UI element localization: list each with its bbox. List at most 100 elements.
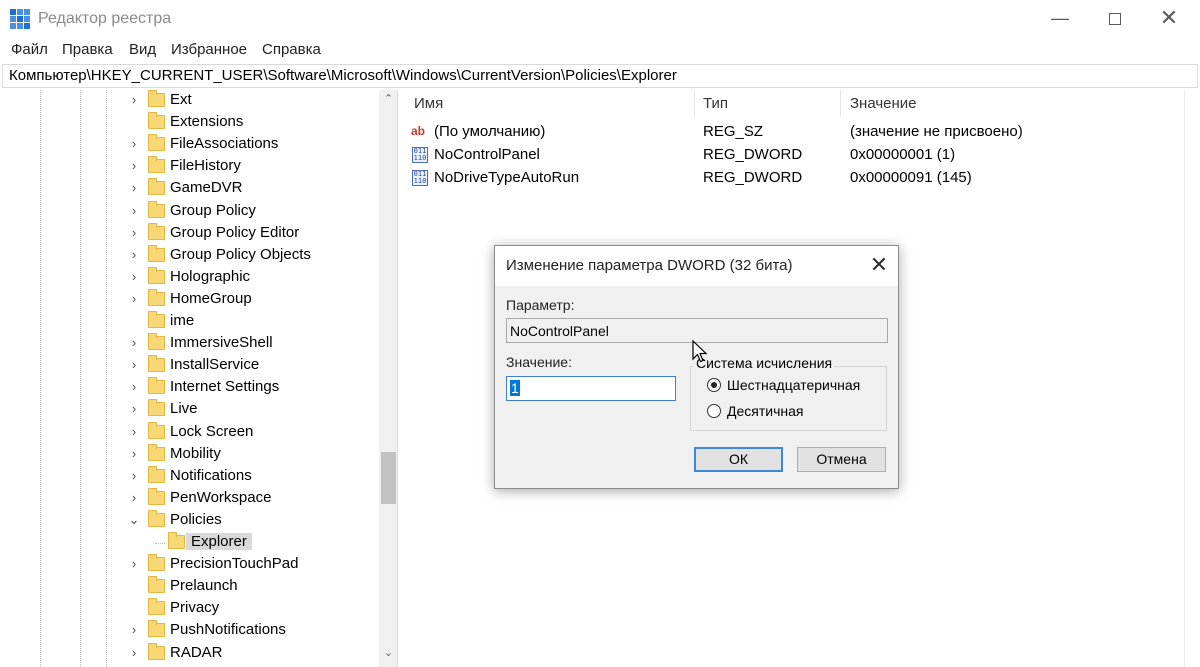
tree-item[interactable]: › Group Policy Objects bbox=[2, 244, 378, 267]
tree-item[interactable]: › Live bbox=[2, 399, 378, 421]
tree-item[interactable]: Extensions bbox=[2, 112, 378, 134]
tree-item[interactable]: › GameDVR bbox=[2, 178, 378, 200]
collapsed-chevron-icon[interactable]: › bbox=[128, 645, 140, 660]
menu-edit[interactable]: Правка bbox=[62, 41, 113, 58]
folder-icon bbox=[148, 222, 165, 240]
tree-item[interactable]: Privacy bbox=[2, 598, 378, 620]
tree-item-label: InstallService bbox=[170, 356, 260, 374]
tree-item-label: Privacy bbox=[170, 599, 220, 617]
decimal-radio-label[interactable]: Десятичная bbox=[727, 403, 803, 419]
folder-icon bbox=[148, 509, 165, 527]
parameter-name-value: NoControlPanel bbox=[510, 323, 609, 339]
tree-item-label: Live bbox=[170, 400, 198, 418]
hex-radio-label[interactable]: Шестнадцатеричная bbox=[727, 377, 860, 393]
tree-scroll-thumb[interactable] bbox=[381, 452, 396, 504]
collapsed-chevron-icon[interactable]: › bbox=[128, 401, 140, 416]
tree-item[interactable]: ime bbox=[2, 311, 378, 333]
collapsed-chevron-icon[interactable]: › bbox=[128, 225, 140, 240]
collapsed-chevron-icon[interactable]: › bbox=[128, 92, 140, 107]
column-header-value[interactable]: Значение bbox=[850, 95, 917, 112]
folder-icon bbox=[148, 156, 165, 174]
tree-item[interactable]: › Group Policy bbox=[2, 200, 378, 223]
tree-item[interactable]: › HomeGroup bbox=[2, 288, 378, 311]
collapsed-chevron-icon[interactable]: › bbox=[128, 203, 140, 218]
ok-button[interactable]: ОК bbox=[694, 447, 783, 472]
tree-item[interactable]: ⌄ Policies bbox=[2, 509, 378, 532]
tree-item[interactable]: › RADAR bbox=[2, 642, 378, 665]
maximize-button[interactable] bbox=[1088, 0, 1142, 38]
column-header-type[interactable]: Тип bbox=[703, 95, 728, 112]
list-row[interactable]: 011 110 NoDriveTypeAutoRun REG_DWORD 0x0… bbox=[403, 167, 1193, 189]
column-separator[interactable] bbox=[694, 90, 695, 116]
tree-item[interactable]: Explorer bbox=[2, 532, 378, 554]
collapsed-chevron-icon[interactable]: › bbox=[128, 446, 140, 461]
expanded-chevron-icon[interactable]: ⌄ bbox=[128, 512, 140, 528]
close-window-button[interactable]: ✕ bbox=[1142, 0, 1196, 38]
collapsed-chevron-icon[interactable]: › bbox=[128, 136, 140, 151]
folder-icon bbox=[148, 311, 165, 328]
tree-item[interactable]: › Notifications bbox=[2, 465, 378, 488]
tree-item[interactable]: › Internet Settings bbox=[2, 377, 378, 399]
cancel-button[interactable]: Отмена bbox=[797, 447, 886, 472]
column-separator[interactable] bbox=[840, 90, 841, 116]
list-row[interactable]: 011 110 NoControlPanel REG_DWORD 0x00000… bbox=[403, 144, 1193, 166]
tree-item[interactable]: › ImmersiveShell bbox=[2, 333, 378, 355]
tree-scrollbar[interactable]: ⌃ ⌄ bbox=[379, 90, 397, 667]
tree-item-label: Policies bbox=[170, 510, 222, 528]
collapsed-chevron-icon[interactable]: › bbox=[128, 269, 140, 284]
list-scrollbar[interactable] bbox=[1184, 90, 1200, 667]
menu-favorites[interactable]: Избранное bbox=[171, 41, 247, 58]
tree-item[interactable]: › Ext bbox=[2, 90, 378, 112]
tree-item[interactable]: Prelaunch bbox=[2, 576, 378, 598]
dialog-close-icon[interactable]: ✕ bbox=[865, 252, 893, 278]
tree-item[interactable]: › Mobility bbox=[2, 443, 378, 466]
folder-icon bbox=[148, 620, 165, 638]
folder-icon bbox=[148, 377, 165, 395]
tree-item[interactable]: › FileAssociations bbox=[2, 134, 378, 156]
collapsed-chevron-icon[interactable]: › bbox=[128, 622, 140, 637]
value-name: NoDriveTypeAutoRun bbox=[434, 169, 580, 186]
tree-item-label: Holographic bbox=[170, 267, 251, 285]
collapsed-chevron-icon[interactable]: › bbox=[128, 247, 140, 262]
scroll-up-icon[interactable]: ⌃ bbox=[382, 92, 395, 105]
collapsed-chevron-icon[interactable]: › bbox=[128, 335, 140, 350]
maximize-icon bbox=[1109, 13, 1121, 26]
menu-help[interactable]: Справка bbox=[262, 41, 321, 58]
minimize-button[interactable]: — bbox=[1033, 0, 1087, 38]
tree-item[interactable]: › InstallService bbox=[2, 355, 378, 377]
tree-item-label: Group Policy Editor bbox=[170, 223, 300, 241]
binary-value-icon: 011 110 bbox=[412, 170, 428, 186]
tree-item-label: PrecisionTouchPad bbox=[170, 555, 299, 573]
value-input[interactable]: 1 bbox=[506, 376, 676, 401]
folder-icon bbox=[168, 532, 185, 549]
collapsed-chevron-icon[interactable]: › bbox=[128, 158, 140, 173]
value-type: REG_DWORD bbox=[703, 146, 803, 163]
tree-item[interactable]: › Holographic bbox=[2, 266, 378, 289]
tree-item[interactable]: › FileHistory bbox=[2, 156, 378, 178]
collapsed-chevron-icon[interactable]: › bbox=[128, 556, 140, 571]
tree-item[interactable]: › PenWorkspace bbox=[2, 487, 378, 510]
tree-item[interactable]: › PushNotifications bbox=[2, 620, 378, 642]
folder-icon bbox=[148, 443, 165, 461]
scroll-down-icon[interactable]: ⌄ bbox=[382, 646, 395, 659]
collapsed-chevron-icon[interactable]: › bbox=[128, 468, 140, 483]
collapsed-chevron-icon[interactable]: › bbox=[128, 490, 140, 505]
tree-item-label: Explorer bbox=[186, 533, 252, 550]
column-header-name[interactable]: Имя bbox=[414, 95, 443, 112]
hex-radio[interactable] bbox=[707, 378, 721, 392]
collapsed-chevron-icon[interactable]: › bbox=[128, 291, 140, 306]
collapsed-chevron-icon[interactable]: › bbox=[128, 379, 140, 394]
decimal-radio[interactable] bbox=[707, 404, 721, 418]
tree-item[interactable]: › PrecisionTouchPad bbox=[2, 554, 378, 576]
menu-view[interactable]: Вид bbox=[129, 41, 156, 58]
collapsed-chevron-icon[interactable]: › bbox=[128, 180, 140, 195]
collapsed-chevron-icon[interactable]: › bbox=[128, 424, 140, 439]
folder-icon bbox=[148, 244, 165, 262]
tree-item[interactable]: › Lock Screen bbox=[2, 421, 378, 444]
collapsed-chevron-icon[interactable]: › bbox=[128, 357, 140, 372]
list-row[interactable]: ab (По умолчанию) REG_SZ (значение не пр… bbox=[403, 121, 1193, 143]
folder-icon bbox=[148, 576, 165, 594]
tree-item[interactable]: › Group Policy Editor bbox=[2, 222, 378, 245]
address-bar[interactable]: Компьютер\HKEY_CURRENT_USER\Software\Mic… bbox=[2, 64, 1198, 88]
menu-file[interactable]: Файл bbox=[11, 41, 48, 58]
